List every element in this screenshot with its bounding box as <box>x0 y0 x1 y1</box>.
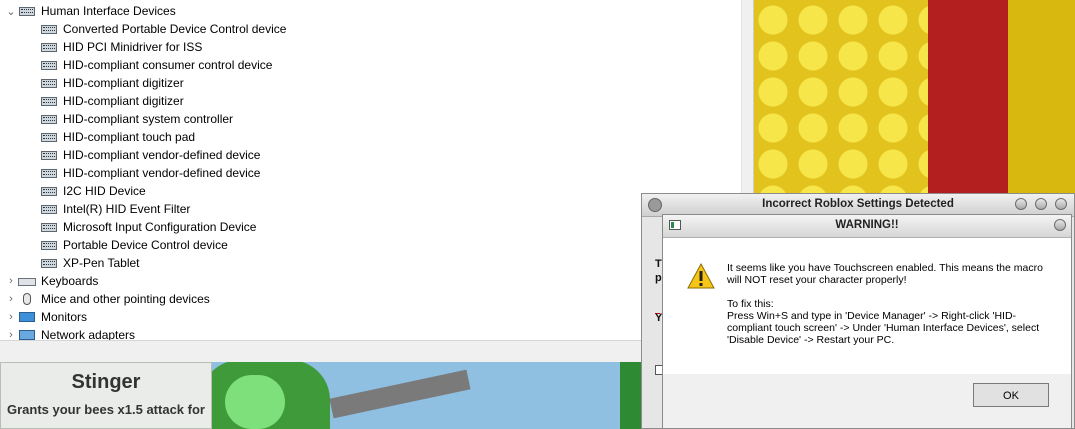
device-label: Microsoft Input Configuration Device <box>63 220 257 234</box>
device-label: Portable Device Control device <box>63 238 228 252</box>
tree-device-item[interactable]: HID-compliant touch pad <box>40 128 195 146</box>
tree-device-item[interactable]: HID-compliant digitizer <box>40 92 184 110</box>
device-label: Converted Portable Device Control device <box>63 22 287 36</box>
tree-device-item[interactable]: XP-Pen Tablet <box>40 254 140 272</box>
device-label: HID-compliant touch pad <box>63 130 196 144</box>
tree-category-label: Human Interface Devices <box>41 4 176 18</box>
roblox-window-title: Incorrect Roblox Settings Detected <box>762 198 954 210</box>
hid-device-icon <box>40 77 58 89</box>
warning-body: It seems like you have Touchscreen enabl… <box>663 238 1071 374</box>
chevron-right-icon[interactable]: › <box>4 275 18 287</box>
tree-device-item[interactable]: Microsoft Input Configuration Device <box>40 218 256 236</box>
hid-device-icon <box>40 59 58 71</box>
hid-device-icon <box>40 221 58 233</box>
keyboard-icon <box>18 275 36 287</box>
warning-dialog[interactable]: WARNING!! It seems like you have Touchsc… <box>662 214 1072 429</box>
tree-device-item[interactable]: HID-compliant consumer control device <box>40 56 272 74</box>
warning-titlebar[interactable]: WARNING!! <box>663 215 1071 238</box>
tree-category-hid[interactable]: ⌄ Human Interface Devices <box>4 2 176 20</box>
close-button[interactable] <box>1054 219 1066 231</box>
device-label: Intel(R) HID Event Filter <box>63 202 191 216</box>
warning-title: WARNING!! <box>835 219 899 231</box>
chevron-expanded-icon[interactable]: ⌄ <box>4 5 18 18</box>
device-label: XP-Pen Tablet <box>63 256 140 270</box>
tree-category-label: Mice and other pointing devices <box>41 292 210 306</box>
warning-message: It seems like you have Touchscreen enabl… <box>727 262 1057 346</box>
hid-device-icon <box>40 41 58 53</box>
tree-device-item[interactable]: I2C HID Device <box>40 182 146 200</box>
warning-message-line: It seems like you have Touchscreen enabl… <box>727 262 1043 286</box>
tree-device-item[interactable]: HID-compliant vendor-defined device <box>40 146 260 164</box>
stinger-title: Stinger <box>71 371 141 393</box>
tree-device-item[interactable]: HID-compliant system controller <box>40 110 233 128</box>
tree-category-keyboards[interactable]: › Keyboards <box>4 272 98 290</box>
maximize-button[interactable] <box>1035 198 1047 210</box>
tree-device-item[interactable]: HID-compliant digitizer <box>40 74 184 92</box>
monitor-icon <box>18 311 36 323</box>
device-label: HID-compliant digitizer <box>63 94 184 108</box>
hid-device-icon <box>40 23 58 35</box>
tree-device-item[interactable]: Intel(R) HID Event Filter <box>40 200 190 218</box>
tree-category-mice[interactable]: › Mice and other pointing devices <box>4 290 210 308</box>
hid-device-icon <box>40 149 58 161</box>
hid-device-icon <box>40 239 58 251</box>
device-label: HID-compliant vendor-defined device <box>63 148 261 162</box>
tree-device-item[interactable]: HID-compliant vendor-defined device <box>40 164 260 182</box>
chevron-right-icon[interactable]: › <box>4 293 18 305</box>
minimize-button[interactable] <box>1015 198 1027 210</box>
mouse-icon <box>18 293 36 305</box>
device-label: I2C HID Device <box>63 184 146 198</box>
device-label: HID-compliant vendor-defined device <box>63 166 261 180</box>
game-red-wall <box>928 0 1008 200</box>
game-green-ring-center <box>225 375 285 429</box>
hid-device-icon <box>40 257 58 269</box>
hid-device-icon <box>40 95 58 107</box>
chevron-right-icon[interactable]: › <box>4 311 18 323</box>
hid-device-icon <box>40 167 58 179</box>
tree-device-item[interactable]: Portable Device Control device <box>40 236 228 254</box>
device-label: HID-compliant consumer control device <box>63 58 273 72</box>
tree-category-monitors[interactable]: › Monitors <box>4 308 87 326</box>
tree-category-label: Keyboards <box>41 274 99 288</box>
tree-device-item[interactable]: Converted Portable Device Control device <box>40 20 286 38</box>
warning-triangle-icon <box>687 263 715 289</box>
game-yellow-strip <box>1008 0 1075 200</box>
device-label: HID PCI Minidriver for ISS <box>63 40 203 54</box>
hid-device-icon <box>40 113 58 125</box>
ok-button[interactable]: OK <box>973 383 1049 407</box>
tree-category-label: Monitors <box>41 310 88 324</box>
device-label: HID-compliant digitizer <box>63 76 184 90</box>
hid-device-icon <box>40 203 58 215</box>
hid-icon <box>18 5 36 17</box>
warning-message-line: Press Win+S and type in 'Device Manager'… <box>727 310 1040 346</box>
stinger-item-card[interactable]: Stinger Grants your bees x1.5 attack for <box>0 362 212 429</box>
stinger-description: Grants your bees x1.5 attack for <box>7 402 205 417</box>
warning-message-line: To fix this: <box>727 298 774 310</box>
hid-device-icon <box>40 131 58 143</box>
tree-device-item[interactable]: HID PCI Minidriver for ISS <box>40 38 202 56</box>
hid-device-icon <box>40 185 58 197</box>
close-button[interactable] <box>1055 198 1067 210</box>
device-label: HID-compliant system controller <box>63 112 234 126</box>
